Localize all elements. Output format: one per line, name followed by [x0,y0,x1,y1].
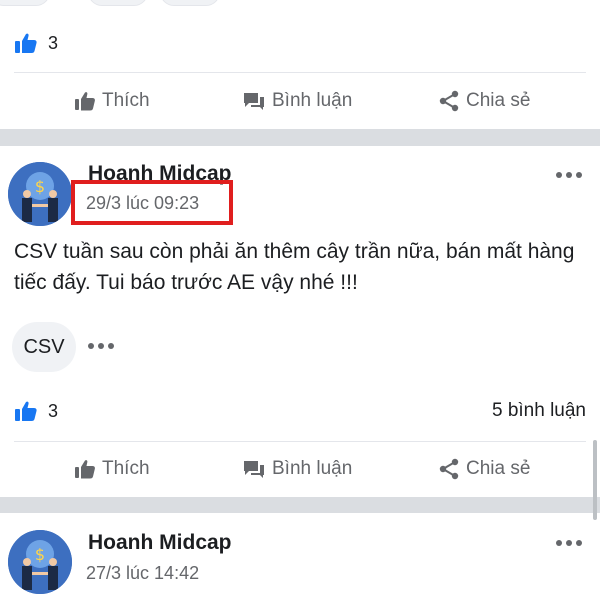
comments-count[interactable]: 5 bình luận [492,400,586,422]
author-name[interactable]: Hoanh Midcap [88,531,232,555]
svg-text:$: $ [35,177,45,196]
thumbs-up-icon [75,92,95,111]
likes-count: 3 [48,32,59,53]
reaction-pill[interactable] [88,0,148,6]
avatar[interactable]: $ [8,530,72,594]
reaction-pill[interactable] [0,0,50,6]
thumbs-up-icon [75,460,95,479]
tag-more-button[interactable] [88,343,114,349]
comment-label: Bình luận [272,458,353,479]
likes-count: 3 [48,400,59,421]
comment-icon [244,93,264,110]
topic-tag[interactable]: CSV [12,322,76,372]
comment-icon [244,461,264,478]
share-button[interactable]: Chia sẻ [438,90,530,112]
avatar-image: $ [8,530,72,594]
share-label: Chia sẻ [466,458,531,479]
like-button[interactable]: Thích [74,90,150,112]
highlight-box [71,180,233,225]
likes-summary[interactable]: 3 [14,32,58,54]
more-options-button[interactable] [556,172,582,178]
post-timestamp[interactable]: 27/3 lúc 14:42 [86,563,199,584]
like-label: Thích [102,458,150,479]
avatar[interactable]: $ [8,162,72,226]
post-text: CSV tuần sau còn phải ăn thêm cây trần n… [14,240,575,294]
share-icon [439,458,459,480]
share-icon [439,90,459,112]
likes-summary[interactable]: 3 [14,400,58,422]
more-options-button[interactable] [556,540,582,546]
post-separator [0,497,600,513]
post-action-bar: Thích Bình luận Chia sẻ [0,441,600,497]
avatar-image: $ [8,162,72,226]
comment-label: Bình luận [272,90,353,111]
comment-button[interactable]: Bình luận [242,90,352,112]
thumbs-up-icon [15,401,37,421]
thumbs-up-icon [15,33,37,53]
post-separator [0,129,600,146]
post-action-bar: Thích Bình luận Chia sẻ [0,73,600,129]
svg-text:$: $ [35,545,45,564]
share-button[interactable]: Chia sẻ [438,458,530,480]
like-label: Thích [102,90,150,111]
share-label: Chia sẻ [466,90,531,111]
comment-button[interactable]: Bình luận [242,458,352,480]
reaction-pill[interactable] [160,0,220,6]
scrollbar[interactable] [593,440,597,520]
like-button[interactable]: Thích [74,458,150,480]
